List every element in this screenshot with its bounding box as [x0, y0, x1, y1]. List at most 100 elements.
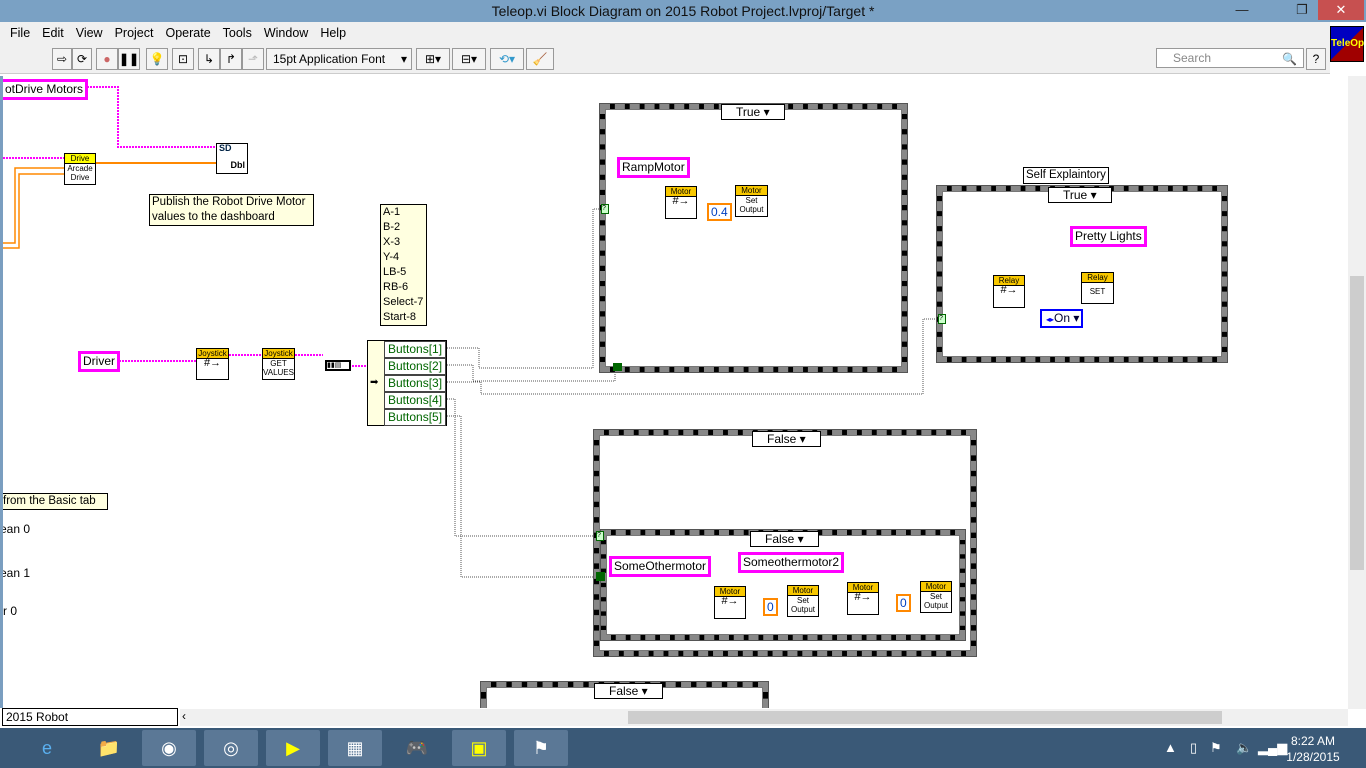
- boolean-wire: [445, 208, 603, 369]
- close-button[interactable]: ✕: [1318, 0, 1364, 20]
- ramp-motor-constant[interactable]: RampMotor: [617, 157, 690, 178]
- highlight-execution-icon[interactable]: 💡: [146, 48, 168, 70]
- smartdashboard-put-node[interactable]: SD Dbl: [216, 143, 248, 174]
- joystick-refnum-get-node[interactable]: Joystick #→: [196, 348, 229, 380]
- ramp-value-constant[interactable]: 0.4: [707, 203, 732, 221]
- set-output-label: Set Output: [923, 592, 948, 610]
- abort-icon[interactable]: ●: [96, 48, 118, 70]
- motor-header: Motor: [921, 582, 951, 592]
- relay-refnum-get-node[interactable]: Relay #→: [993, 275, 1025, 308]
- driver-constant[interactable]: Driver: [78, 351, 120, 372]
- relay-header: Relay: [1082, 273, 1113, 283]
- vi-icon[interactable]: TeleOp: [1330, 26, 1364, 62]
- control-panel-icon[interactable]: ▦: [328, 730, 382, 766]
- robot-drive-motors-constant[interactable]: otDrive Motors: [3, 79, 89, 100]
- button-legend-comment: A-1 B-2 X-3 Y-4 LB-5 RB-6 Select-7 Start-8: [380, 204, 427, 326]
- motor-refnum-get-node[interactable]: Motor #→: [665, 186, 697, 219]
- reorder-icon[interactable]: ⟲▾: [490, 48, 524, 70]
- zero-constant[interactable]: 0: [763, 598, 778, 616]
- vertical-scroll-thumb[interactable]: [1350, 276, 1364, 570]
- context-help-button[interactable]: ?: [1306, 48, 1326, 70]
- motor-set-output-node[interactable]: Motor Set Output: [735, 185, 768, 217]
- case-selector-true[interactable]: True ▾: [721, 104, 785, 120]
- buttons-5[interactable]: Buttons[5]: [384, 409, 446, 426]
- pause-icon[interactable]: ❚❚: [118, 48, 140, 70]
- menu-tools[interactable]: Tools: [217, 22, 258, 44]
- arcade-drive-node[interactable]: Drive Arcade Drive: [64, 153, 96, 185]
- pretty-lights-constant[interactable]: Pretty Lights: [1070, 226, 1147, 247]
- step-over-icon[interactable]: ↱: [220, 48, 242, 70]
- block-diagram-canvas[interactable]: otDrive Motors Drive Arcade Drive SD Dbl P…: [0, 76, 1348, 708]
- zero-constant[interactable]: 0: [896, 594, 911, 612]
- motor-refnum-get-node[interactable]: Motor #→: [714, 586, 746, 619]
- case-selector-value: True: [1063, 188, 1088, 202]
- internet-explorer-icon[interactable]: e: [20, 730, 74, 766]
- font-dropdown[interactable]: 15pt Application Font ▾: [266, 48, 412, 70]
- buttons-4[interactable]: Buttons[4]: [384, 392, 446, 409]
- case-selector-false[interactable]: False ▾: [750, 531, 819, 547]
- restore-button[interactable]: ❐: [1286, 0, 1318, 20]
- motor-header: Motor: [736, 186, 767, 196]
- step-into-icon[interactable]: ↳: [198, 48, 220, 70]
- legend-item: A-1: [383, 206, 401, 218]
- case-selector-false[interactable]: False ▾: [752, 431, 821, 447]
- increment-icon[interactable]: ◂▸: [1046, 315, 1054, 324]
- minimize-button[interactable]: —: [1226, 0, 1258, 20]
- labview-icon[interactable]: ▶: [266, 730, 320, 766]
- chrome-icon[interactable]: ◉: [142, 730, 196, 766]
- driver-station-icon[interactable]: 🎮: [390, 730, 444, 766]
- some-other-motor2-constant[interactable]: Someothermotor2: [738, 552, 845, 573]
- menu-edit[interactable]: Edit: [36, 22, 70, 44]
- case-selector-true[interactable]: True ▾: [1048, 187, 1112, 203]
- boolean-tunnel: [596, 572, 605, 581]
- buttons-2[interactable]: Buttons[2]: [384, 358, 446, 375]
- ramp-motor-case-structure[interactable]: [599, 103, 908, 373]
- menu-window[interactable]: Window: [258, 22, 314, 44]
- set-label: SET: [1089, 287, 1106, 296]
- buttons-3[interactable]: Buttons[3]: [384, 375, 446, 392]
- action-center-icon[interactable]: ⚑: [1210, 740, 1222, 756]
- motor-set-output-node[interactable]: Motor Set Output: [920, 581, 952, 613]
- scroll-left-icon[interactable]: ‹: [182, 709, 186, 723]
- some-other-motor-constant[interactable]: SomeOthermotor: [609, 556, 712, 577]
- arcade-drive-label: Arcade Drive: [67, 164, 93, 182]
- refnum-icon: #→: [672, 195, 690, 207]
- labview-project-icon[interactable]: ▣: [452, 730, 506, 766]
- menu-file[interactable]: File: [4, 22, 36, 44]
- index-array-node[interactable]: ➡ Buttons[1] Buttons[2] Buttons[3] Butto…: [367, 340, 447, 426]
- search-icon[interactable]: 🔍: [1282, 52, 1297, 66]
- case-selector-false[interactable]: False ▾: [594, 683, 663, 699]
- menu-operate[interactable]: Operate: [159, 22, 216, 44]
- font-value: 15pt Application Font: [273, 52, 386, 66]
- run-arrow-icon[interactable]: ⇨: [52, 48, 72, 70]
- volume-icon[interactable]: 🔈: [1236, 740, 1252, 756]
- distribute-objects-icon[interactable]: ⊟▾: [452, 48, 486, 70]
- motor-refnum-get-node[interactable]: Motor #→: [847, 582, 879, 615]
- step-out-icon[interactable]: ⬏: [242, 48, 264, 70]
- frc-dashboard-icon[interactable]: ⚑: [514, 730, 568, 766]
- battery-icon[interactable]: ▯: [1190, 740, 1197, 756]
- case-selector-value: False: [609, 684, 639, 698]
- chevron-down-icon: ▾: [400, 52, 407, 66]
- vi-icon-text: TeleOp: [1331, 38, 1365, 49]
- menu-help[interactable]: Help: [314, 22, 352, 44]
- joystick-get-values-node[interactable]: Joystick GET VALUES: [262, 348, 295, 380]
- retain-wire-values-icon[interactable]: ⊡: [172, 48, 194, 70]
- case-selector-value: False: [767, 432, 797, 446]
- clock[interactable]: 8:22 AM 1/28/2015: [1278, 733, 1348, 765]
- menu-view[interactable]: View: [70, 22, 109, 44]
- motor-set-output-node[interactable]: Motor Set Output: [787, 585, 819, 617]
- relay-value-enum[interactable]: ◂▸On ▾: [1040, 309, 1083, 328]
- app-icon[interactable]: ◎: [204, 730, 258, 766]
- horizontal-scroll-thumb[interactable]: [628, 711, 1222, 724]
- run-continuously-icon[interactable]: ⟳: [72, 48, 92, 70]
- file-explorer-icon[interactable]: 📁: [82, 730, 136, 766]
- buttons-1[interactable]: Buttons[1]: [384, 341, 446, 358]
- show-hidden-icons[interactable]: ▲: [1164, 740, 1177, 755]
- boolean-tunnel: [613, 363, 622, 371]
- relay-set-node[interactable]: Relay SET: [1081, 272, 1114, 304]
- align-objects-icon[interactable]: ⊞▾: [416, 48, 450, 70]
- clean-up-diagram-icon[interactable]: 🧹: [526, 48, 554, 70]
- date: 1/28/2015: [1286, 750, 1340, 764]
- menu-project[interactable]: Project: [109, 22, 160, 44]
